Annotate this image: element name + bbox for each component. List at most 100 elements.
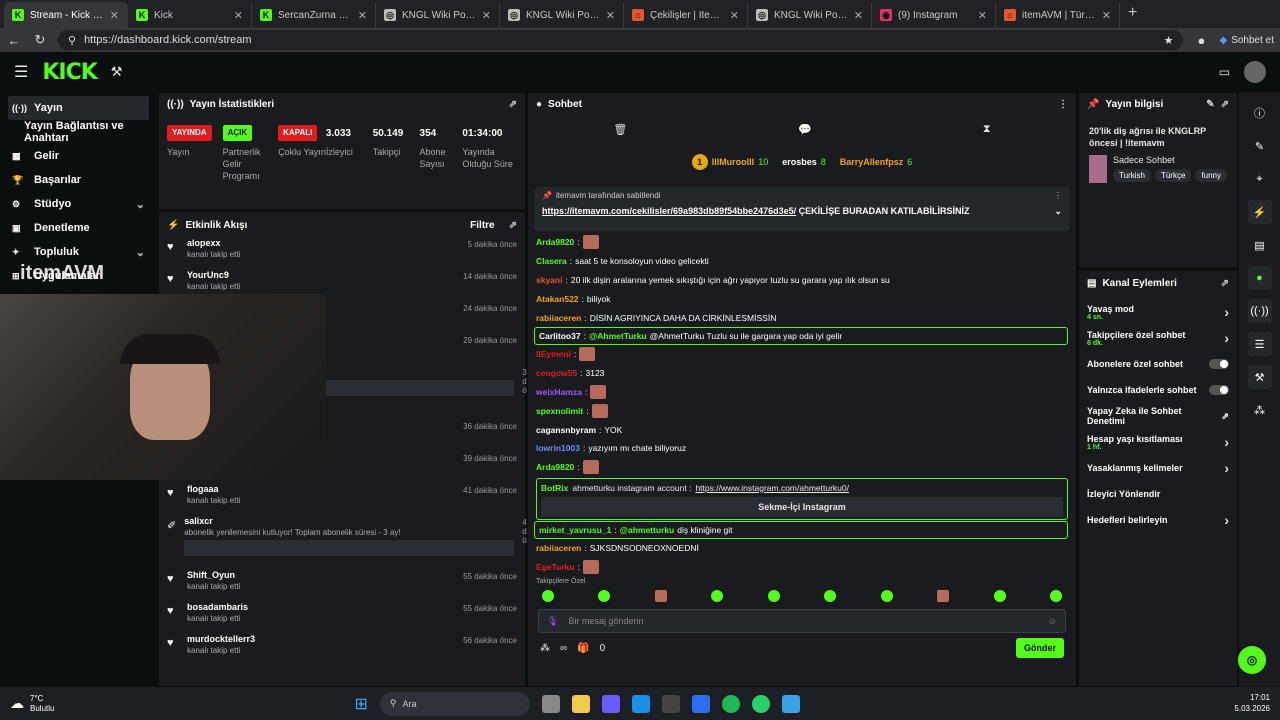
chat-side-button[interactable]: ◆ Sohbet et [1219, 35, 1274, 46]
hourglass-icon[interactable]: ⧗ [983, 123, 991, 136]
whatsapp-icon[interactable] [751, 694, 770, 713]
taskbar-search[interactable]: ⚲ Ara [379, 691, 530, 716]
menu-icon[interactable]: ☰ [14, 62, 28, 82]
chat-username[interactable]: rabiiaceren [536, 543, 581, 553]
channel-action[interactable]: Yavaş mod 4 sn. › [1079, 299, 1237, 325]
close-icon[interactable]: ✕ [854, 9, 863, 22]
chat-username[interactable]: EgeTurku [536, 562, 575, 572]
weather-widget[interactable]: ☁ 7°C Bulutlu [10, 694, 54, 713]
close-icon[interactable]: ✕ [1102, 9, 1111, 22]
profile-avatar-icon[interactable]: ● [1193, 33, 1209, 48]
spotify-icon[interactable] [721, 694, 740, 713]
notepad-icon[interactable] [781, 694, 800, 713]
broadcast-icon[interactable]: ((·)) [1247, 299, 1272, 323]
chrome-icon[interactable] [691, 694, 710, 713]
support-button[interactable]: ◎ [1238, 646, 1266, 674]
pinned-link[interactable]: https://itemavm.com/cekilisler/69a983db8… [542, 206, 796, 216]
user-avatar[interactable] [1244, 61, 1266, 83]
category-thumbnail[interactable] [1089, 155, 1108, 184]
tag-chip[interactable]: Turkish [1113, 169, 1151, 183]
gift-icon[interactable]: 🎁 [577, 643, 589, 654]
chat-username[interactable]: Clasera [536, 256, 567, 266]
close-icon[interactable]: ✕ [730, 9, 739, 22]
chat-input[interactable]: 🎙 Bir mesaj gönderin ☺ [538, 609, 1066, 634]
emote-icon[interactable] [767, 590, 780, 603]
document-icon[interactable]: ▤ [1248, 233, 1272, 257]
nav-item[interactable]: ⚙ Stüdyo ⌄ [0, 192, 157, 216]
edge-icon[interactable] [631, 694, 650, 713]
external-icon[interactable]: ⇗ [1221, 411, 1229, 422]
tag-chip[interactable]: Türkçe [1154, 169, 1192, 183]
more-icon[interactable]: ⋮ [1054, 191, 1062, 200]
channel-action[interactable]: Yasaklanmış kelimeler › [1079, 455, 1237, 481]
chat-username[interactable]: rabiiaceren [536, 313, 581, 323]
bookmark-star-icon[interactable]: ★ [1164, 34, 1174, 47]
instagram-button[interactable]: Sekme-İçi Instagram [541, 496, 1063, 517]
emote-icon[interactable] [1049, 590, 1062, 603]
clock[interactable]: 17:01 5.03.2026 [1234, 693, 1270, 714]
close-icon[interactable]: ✕ [978, 9, 987, 22]
close-icon[interactable]: ✕ [234, 9, 243, 22]
close-icon[interactable]: ✕ [358, 9, 367, 22]
obs-icon[interactable] [661, 694, 680, 713]
channel-action[interactable]: Hedefleri belirleyin › [1079, 507, 1237, 533]
chevron-right-icon[interactable]: › [1224, 512, 1229, 528]
points-icon[interactable]: ⁂ [540, 643, 550, 654]
nav-item[interactable]: 🏆 Başarılar [0, 168, 157, 192]
activity-user[interactable]: salixcr [184, 516, 514, 526]
activity-user[interactable]: murdocktellerr3 [187, 634, 455, 644]
browser-tab[interactable]: ◉ (9) Instagram ✕ [872, 2, 996, 28]
chevron-right-icon[interactable]: › [1224, 434, 1229, 450]
channel-action[interactable]: Takipçilere özel sohbet 6 dk. › [1079, 325, 1237, 351]
emoji-icon[interactable]: ☺ [1048, 616, 1057, 626]
activity-user[interactable]: bosadambaris [187, 602, 455, 612]
close-icon[interactable]: ✕ [110, 9, 119, 22]
message-icon[interactable]: 💬 [798, 123, 812, 136]
activity-user[interactable]: Shift_Oyun [187, 570, 455, 580]
chat-username[interactable]: Carlitoo37 [539, 331, 581, 341]
hammer-icon[interactable]: ⚒ [111, 64, 123, 80]
popout-icon[interactable]: ⇗ [1221, 278, 1229, 289]
more-icon[interactable]: ⋮ [1058, 99, 1068, 110]
theater-icon[interactable]: ▭ [1219, 65, 1230, 79]
leader-entry[interactable]: erosbes 8 [782, 157, 826, 167]
tag-chip[interactable]: funny [1195, 169, 1227, 183]
bot-link[interactable]: https://www.instagram.com/ahmetturku0/ [695, 483, 849, 493]
close-icon[interactable]: ✕ [606, 9, 615, 22]
info-icon[interactable]: ⓘ [1248, 101, 1272, 125]
chat-username[interactable]: spexnolimit [536, 406, 583, 416]
mic-icon[interactable]: 🎙 [547, 616, 558, 627]
chat-username[interactable]: lowrin1003 [536, 443, 580, 453]
nav-item[interactable]: ▣ Denetleme [0, 216, 157, 240]
nav-item[interactable]: ((·)) Yayın [8, 96, 149, 120]
channel-action[interactable]: Abonelere özel sohbet [1079, 351, 1237, 377]
chat-username[interactable]: Arda9820 [536, 462, 574, 472]
chat-username[interactable]: mirket_yavrusu_1 [539, 525, 611, 535]
chat-username[interactable]: cagansnbyram [536, 425, 596, 435]
lightning-icon[interactable]: ⚡ [1247, 200, 1272, 224]
edit-icon[interactable]: ✎ [1248, 134, 1272, 158]
browser-tab[interactable]: K Stream - Kick Dashboard ✕ [4, 2, 128, 28]
chat-username[interactable]: weixHamza [536, 387, 582, 397]
chevron-down-icon[interactable]: ⌄ [1054, 206, 1062, 217]
chat-mention[interactable]: @AhmetTurku [589, 331, 647, 341]
emote-icon[interactable] [654, 590, 667, 603]
site-info-icon[interactable]: ⚲ [68, 34, 76, 47]
chat-username[interactable]: Arda9820 [536, 237, 574, 247]
browser-tab[interactable]: ◎ KNGL Wiki Portal ✕ [376, 2, 500, 28]
chat-mention[interactable]: @ahmetturku [620, 525, 675, 535]
filter-button[interactable]: Filtre [470, 220, 494, 231]
share-icon[interactable]: ⁂ [1248, 398, 1272, 422]
emote-icon[interactable] [880, 590, 893, 603]
browser-tab[interactable]: K SercanZurna Stream - W ✕ [252, 2, 376, 28]
popout-icon[interactable]: ⇗ [509, 220, 517, 231]
file-explorer-icon[interactable] [571, 694, 590, 713]
chat-username[interactable]: llEymenl [536, 349, 571, 359]
send-button[interactable]: Gönder [1015, 638, 1064, 659]
activity-user[interactable]: flogaaa [187, 484, 455, 494]
wrench-icon[interactable]: ⚒ [1247, 365, 1272, 389]
taskview-icon[interactable] [541, 694, 560, 713]
browser-tab[interactable]: K Kick ✕ [128, 2, 252, 28]
trash-icon[interactable]: 🗑 [613, 123, 627, 136]
emote-icon[interactable] [937, 590, 950, 603]
